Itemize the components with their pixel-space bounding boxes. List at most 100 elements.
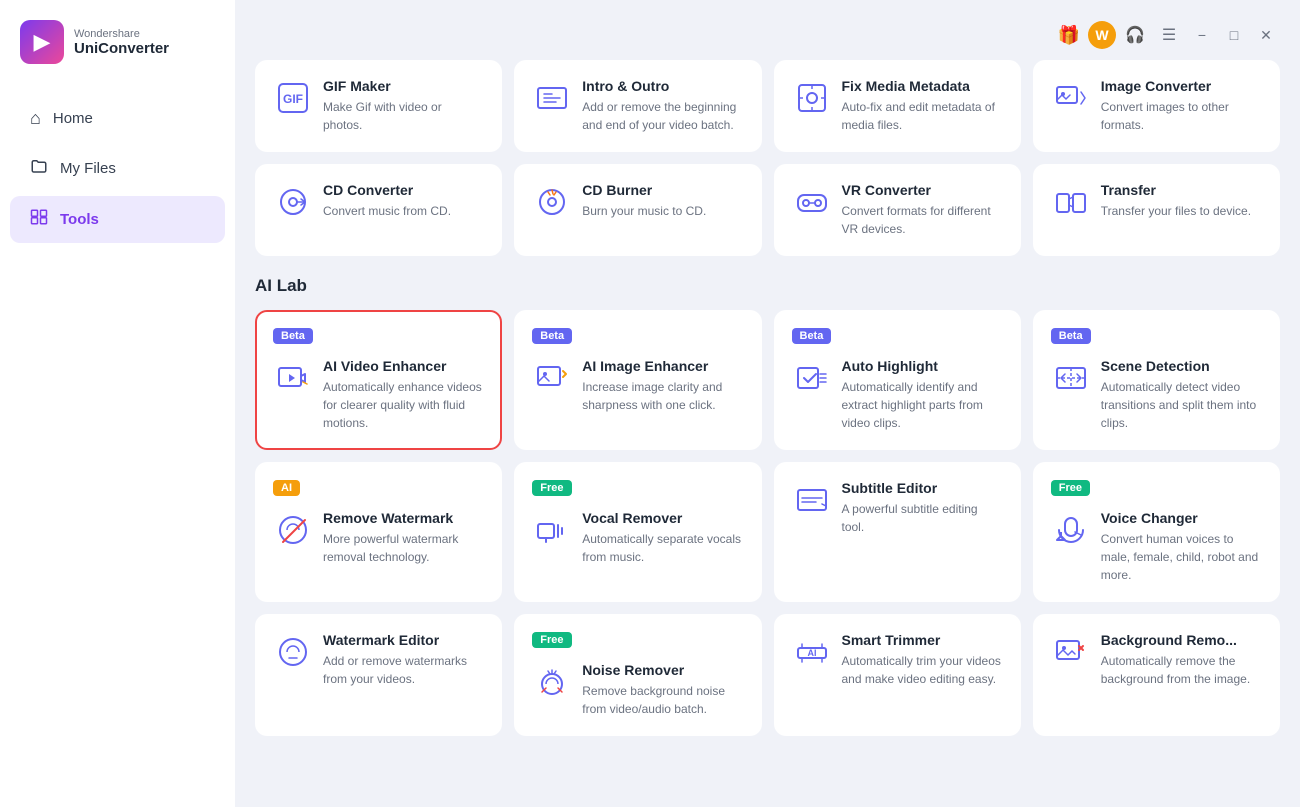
ai-image-enhancer-icon (532, 358, 572, 398)
card-fix-metadata[interactable]: Fix Media Metadata Auto-fix and edit met… (774, 60, 1021, 152)
card-background-remover[interactable]: Background Remo... Automatically remove … (1033, 614, 1280, 736)
badge-ai-watermark: AI (273, 480, 300, 496)
ai-lab-title: AI Lab (255, 276, 1280, 296)
subtitle-editor-desc: A powerful subtitle editing tool. (842, 500, 1003, 536)
auto-highlight-text: Auto Highlight Automatically identify an… (842, 358, 1003, 432)
tools-section: GIF GIF Maker Make Gif with video or pho… (255, 60, 1280, 256)
watermark-editor-text: Watermark Editor Add or remove watermark… (323, 632, 484, 688)
logo-brand: Wondershare (74, 28, 169, 40)
gif-maker-text: GIF Maker Make Gif with video or photos. (323, 78, 484, 134)
intro-outro-text: Intro & Outro Add or remove the beginnin… (582, 78, 743, 134)
smart-trimmer-text: Smart Trimmer Automatically trim your vi… (842, 632, 1003, 688)
image-converter-icon (1051, 78, 1091, 118)
fix-metadata-desc: Auto-fix and edit metadata of media file… (842, 98, 1003, 134)
card-remove-watermark[interactable]: AI Remove Watermark More powerful waterm… (255, 462, 502, 602)
background-remover-text: Background Remo... Automatically remove … (1101, 632, 1262, 688)
transfer-text: Transfer Transfer your files to device. (1101, 182, 1262, 220)
headset-icon[interactable]: 🎧 (1120, 20, 1150, 50)
card-ai-video-enhancer[interactable]: Beta AI Video Enhancer Automatically enh… (255, 310, 502, 450)
vr-converter-text: VR Converter Convert formats for differe… (842, 182, 1003, 238)
minimize-button[interactable]: − (1188, 21, 1216, 49)
tools-icon (30, 208, 48, 231)
sidebar-item-home[interactable]: ⌂ Home (10, 96, 225, 141)
vr-converter-icon (792, 182, 832, 222)
scene-detection-title: Scene Detection (1101, 358, 1262, 374)
intro-outro-icon (532, 78, 572, 118)
logo-text: Wondershare UniConverter (74, 28, 169, 57)
badge-beta-image: Beta (532, 328, 572, 344)
card-scene-detection[interactable]: Beta Scene Detection Automatically detec… (1033, 310, 1280, 450)
card-cd-converter[interactable]: CD Converter Convert music from CD. (255, 164, 502, 256)
badge-free-voice: Free (1051, 480, 1090, 496)
sidebar-item-myfiles-label: My Files (60, 160, 116, 177)
card-vr-converter[interactable]: VR Converter Convert formats for differe… (774, 164, 1021, 256)
card-header: Remove Watermark More powerful watermark… (273, 510, 484, 566)
vr-converter-title: VR Converter (842, 182, 1003, 198)
ai-image-enhancer-text: AI Image Enhancer Increase image clarity… (582, 358, 743, 414)
image-converter-text: Image Converter Convert images to other … (1101, 78, 1262, 134)
logo-area: ▶ Wondershare UniConverter (0, 0, 235, 94)
scene-detection-text: Scene Detection Automatically detect vid… (1101, 358, 1262, 432)
cd-burner-title: CD Burner (582, 182, 743, 198)
close-button[interactable]: ✕ (1252, 21, 1280, 49)
card-cd-burner[interactable]: CD Burner Burn your music to CD. (514, 164, 761, 256)
sidebar-item-home-label: Home (53, 110, 93, 127)
auto-highlight-desc: Automatically identify and extract highl… (842, 378, 1003, 432)
card-subtitle-editor[interactable]: Subtitle Editor A powerful subtitle edit… (774, 462, 1021, 602)
card-transfer[interactable]: Transfer Transfer your files to device. (1033, 164, 1280, 256)
card-header: Intro & Outro Add or remove the beginnin… (532, 78, 743, 134)
card-header: GIF GIF Maker Make Gif with video or pho… (273, 78, 484, 134)
card-image-converter[interactable]: Image Converter Convert images to other … (1033, 60, 1280, 152)
gif-maker-icon: GIF (273, 78, 313, 118)
transfer-desc: Transfer your files to device. (1101, 202, 1262, 220)
card-noise-remover[interactable]: Free Noise Remover Remove background noi… (514, 614, 761, 736)
watermark-editor-title: Watermark Editor (323, 632, 484, 648)
maximize-button[interactable]: □ (1220, 21, 1248, 49)
gift-icon[interactable]: 🎁 (1054, 20, 1084, 50)
home-icon: ⌂ (30, 108, 41, 129)
card-header: AI Video Enhancer Automatically enhance … (273, 358, 484, 432)
sidebar-item-myfiles[interactable]: My Files (10, 145, 225, 192)
transfer-title: Transfer (1101, 182, 1262, 198)
noise-remover-desc: Remove background noise from video/audio… (582, 682, 743, 718)
badge-free-vocal: Free (532, 480, 571, 496)
card-smart-trimmer[interactable]: AI Smart Trimmer Automatically trim your… (774, 614, 1021, 736)
svg-text:GIF: GIF (283, 92, 303, 106)
subtitle-editor-title: Subtitle Editor (842, 480, 1003, 496)
background-remover-title: Background Remo... (1101, 632, 1262, 648)
sidebar: ▶ Wondershare UniConverter ⌂ Home My Fil… (0, 0, 235, 807)
ai-video-enhancer-icon (273, 358, 313, 398)
watermark-editor-icon (273, 632, 313, 672)
card-vocal-remover[interactable]: Free Vocal Remover Automatically separat… (514, 462, 761, 602)
menu-icon[interactable]: ☰ (1154, 20, 1184, 50)
tools-grid: GIF GIF Maker Make Gif with video or pho… (255, 60, 1280, 256)
card-header: Voice Changer Convert human voices to ma… (1051, 510, 1262, 584)
voice-changer-desc: Convert human voices to male, female, ch… (1101, 530, 1262, 584)
cd-converter-title: CD Converter (323, 182, 484, 198)
card-intro-outro[interactable]: Intro & Outro Add or remove the beginnin… (514, 60, 761, 152)
card-voice-changer[interactable]: Free Voice Changer Convert human voices … (1033, 462, 1280, 602)
background-remover-icon (1051, 632, 1091, 672)
sidebar-item-tools[interactable]: Tools (10, 196, 225, 243)
noise-remover-title: Noise Remover (582, 662, 743, 678)
image-converter-desc: Convert images to other formats. (1101, 98, 1262, 134)
svg-text:AI: AI (807, 648, 816, 658)
card-ai-image-enhancer[interactable]: Beta AI Image Enhancer Increase image cl… (514, 310, 761, 450)
card-header: CD Converter Convert music from CD. (273, 182, 484, 222)
cd-burner-desc: Burn your music to CD. (582, 202, 743, 220)
card-header: AI Image Enhancer Increase image clarity… (532, 358, 743, 414)
card-header: Vocal Remover Automatically separate voc… (532, 510, 743, 566)
card-watermark-editor[interactable]: Watermark Editor Add or remove watermark… (255, 614, 502, 736)
remove-watermark-title: Remove Watermark (323, 510, 484, 526)
card-header: Background Remo... Automatically remove … (1051, 632, 1262, 688)
card-header: Noise Remover Remove background noise fr… (532, 662, 743, 718)
app-logo-icon: ▶ (20, 20, 64, 64)
voice-changer-title: Voice Changer (1101, 510, 1262, 526)
intro-outro-title: Intro & Outro (582, 78, 743, 94)
fix-metadata-title: Fix Media Metadata (842, 78, 1003, 94)
voice-changer-text: Voice Changer Convert human voices to ma… (1101, 510, 1262, 584)
card-auto-highlight[interactable]: Beta Auto Highlight Automatically identi… (774, 310, 1021, 450)
user-avatar[interactable]: W (1088, 21, 1116, 49)
voice-changer-icon (1051, 510, 1091, 550)
card-gif-maker[interactable]: GIF GIF Maker Make Gif with video or pho… (255, 60, 502, 152)
